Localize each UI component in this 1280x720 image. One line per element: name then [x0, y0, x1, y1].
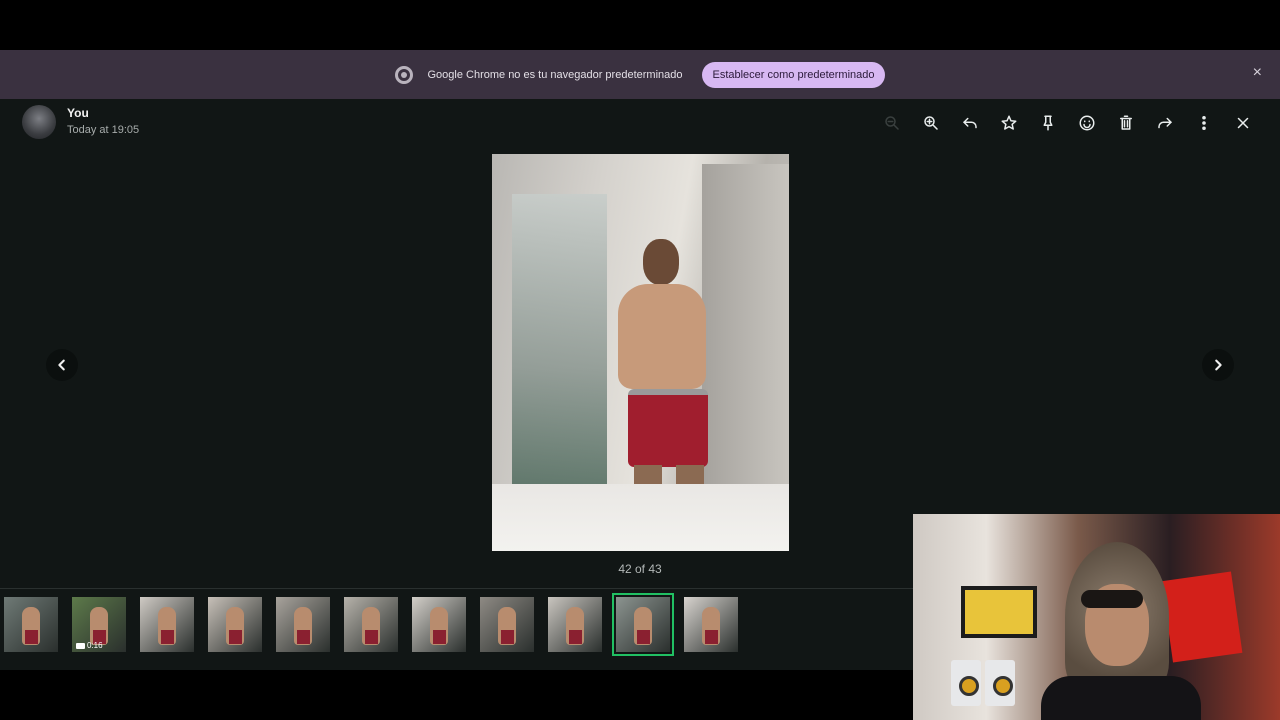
media-thumbnail[interactable] — [684, 597, 738, 652]
chevron-right-icon — [1215, 359, 1222, 371]
default-browser-infobar: Google Chrome no es tu navegador predete… — [0, 50, 1280, 99]
chrome-icon — [395, 65, 414, 84]
thumbnail-shorts — [25, 630, 38, 644]
viewer-toolbar — [872, 109, 1262, 137]
video-duration-text: 0:16 — [87, 641, 103, 650]
bottom-black-bar — [0, 670, 913, 720]
set-default-button[interactable]: Establecer como predeterminado — [702, 61, 885, 88]
next-media-button[interactable] — [1202, 349, 1234, 381]
media-thumbnail[interactable] — [412, 597, 466, 652]
thumbnail-shorts — [229, 630, 242, 644]
media-thumbnail[interactable] — [344, 597, 398, 652]
thumbnail-shorts — [705, 630, 718, 644]
media-thumbnail[interactable] — [140, 597, 194, 652]
reply-icon[interactable] — [950, 109, 989, 137]
top-black-bar — [0, 0, 1280, 50]
pin-icon[interactable] — [1028, 109, 1067, 137]
media-thumbnail[interactable] — [548, 597, 602, 652]
video-camera-icon — [76, 642, 85, 649]
thumbnail-shorts — [433, 630, 446, 644]
more-options-icon[interactable] — [1184, 109, 1223, 137]
media-thumbnail[interactable] — [4, 597, 58, 652]
delete-icon[interactable] — [1106, 109, 1145, 137]
media-thumbnail[interactable] — [612, 593, 674, 656]
thumbnail-strip: 0:16 — [0, 593, 738, 657]
close-icon[interactable] — [1223, 109, 1262, 137]
infobar-close-icon[interactable]: × — [1253, 64, 1262, 82]
message-timestamp: Today at 19:05 — [67, 124, 140, 136]
video-duration: 0:16 — [76, 641, 103, 650]
media-thumbnail[interactable] — [480, 597, 534, 652]
avatar — [22, 105, 56, 139]
main-photo — [492, 154, 789, 551]
emoji-icon[interactable] — [1067, 109, 1106, 137]
zoom-out-icon — [872, 109, 911, 137]
infobar-message: Google Chrome no es tu navegador predete… — [427, 68, 683, 81]
photo-mirror-frame — [492, 484, 789, 551]
chevron-left-icon — [58, 359, 65, 371]
thumbnail-shorts — [637, 630, 650, 644]
media-thumbnail[interactable]: 0:16 — [72, 597, 126, 652]
webcam-overlay — [913, 514, 1280, 720]
forward-icon[interactable] — [1145, 109, 1184, 137]
media-thumbnail[interactable] — [208, 597, 262, 652]
thumbnail-shorts — [501, 630, 514, 644]
thumbnail-shorts — [569, 630, 582, 644]
zoom-in-icon[interactable] — [911, 109, 950, 137]
media-thumbnail[interactable] — [276, 597, 330, 652]
thumbnail-shorts — [161, 630, 174, 644]
photo-shower-glass — [512, 194, 607, 484]
sender-name: You — [67, 106, 89, 120]
star-icon[interactable] — [989, 109, 1028, 137]
previous-media-button[interactable] — [46, 349, 78, 381]
thumbnail-shorts — [297, 630, 310, 644]
thumbnail-shorts — [365, 630, 378, 644]
photo-person — [610, 239, 730, 495]
